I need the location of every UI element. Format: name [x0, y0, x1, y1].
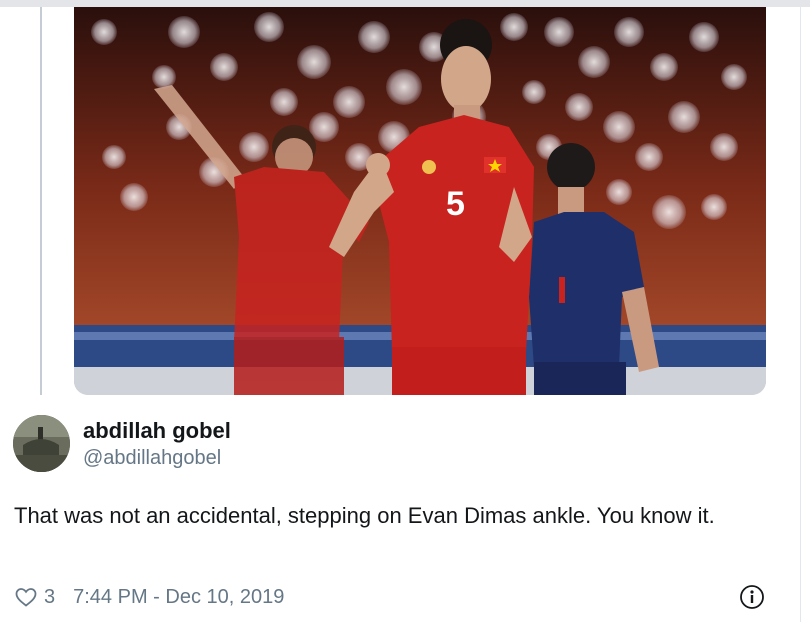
- top-border: [0, 0, 810, 7]
- tweet-text: That was not an accidental, stepping on …: [14, 503, 715, 528]
- timestamp[interactable]: 7:44 PM - Dec 10, 2019: [73, 586, 284, 609]
- like-count: 3: [44, 585, 56, 608]
- info-icon[interactable]: [739, 584, 765, 610]
- photo-football-players: 5: [74, 7, 766, 395]
- tweet-footer: 3 7:44 PM - Dec 10, 2019: [14, 583, 284, 611]
- avatar[interactable]: [13, 415, 70, 472]
- thread-connector-line: [40, 7, 42, 395]
- heart-icon[interactable]: [14, 585, 38, 609]
- author-name[interactable]: abdillah gobel: [83, 418, 231, 444]
- card-right-border: [800, 7, 801, 622]
- author-handle[interactable]: @abdillahgobel: [83, 447, 221, 470]
- avatar-image: [13, 415, 70, 472]
- tweet-media-photo[interactable]: 5: [74, 7, 766, 395]
- jersey-number: 5: [446, 185, 465, 223]
